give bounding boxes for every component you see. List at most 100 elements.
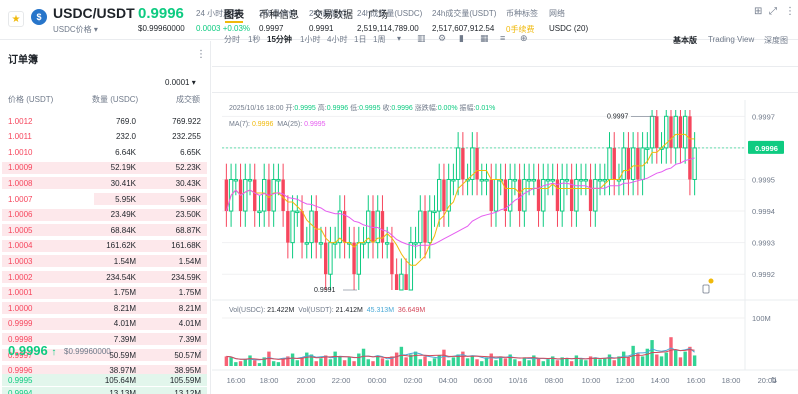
volume-bar [688, 346, 692, 366]
expand-icon[interactable]: ⤢ [769, 6, 777, 17]
volume-bar [546, 359, 550, 366]
candle-body [465, 178, 470, 182]
chevron-right-icon[interactable]: › [199, 347, 202, 356]
pair-price-selector[interactable]: USDC价格 ▾ [53, 24, 98, 35]
ask-row[interactable]: 1.0010 6.64K 6.65K [0, 146, 211, 158]
candle-body [645, 147, 650, 150]
candle-body [228, 178, 234, 212]
ask-total: 30.43K [175, 178, 201, 188]
interval-1d[interactable]: 1日 [354, 34, 366, 45]
interval-15m[interactable]: 15分钟 [267, 34, 292, 45]
ask-row[interactable]: 1.0003 1.54M 1.54M [0, 255, 211, 268]
more-icon[interactable]: ⋮ [785, 6, 795, 17]
volume-bar [328, 359, 333, 366]
pair-title[interactable]: USDC/USDT [53, 5, 135, 21]
low-value: 0.9995 [359, 105, 381, 112]
event-flag-icon [702, 284, 710, 294]
volume-bar [423, 356, 427, 366]
tab-trade-data[interactable]: 交易数据 [313, 6, 353, 21]
ask-row[interactable]: 1.0009 52.19K 52.23K [0, 161, 211, 174]
view-tradingview[interactable]: Trading View [708, 35, 754, 44]
add-icon[interactable]: ⊕ [520, 33, 528, 44]
bid-row[interactable]: 0.9995 105.64M 105.59M [0, 374, 211, 386]
depth-icon[interactable]: ≡ [500, 33, 505, 43]
ask-row[interactable]: 1.0008 30.41K 30.43K [0, 177, 211, 190]
interval-1h[interactable]: 1小时 [300, 34, 320, 45]
interval-4h[interactable]: 4小时 [327, 34, 347, 45]
layout-icon[interactable]: ▦ [480, 33, 489, 44]
volume-bar [522, 357, 527, 366]
volume-bar [569, 361, 574, 366]
candle-body [314, 211, 318, 243]
volume-bar [480, 361, 484, 366]
ask-row[interactable]: 1.0000 8.21M 8.21M [0, 302, 211, 315]
volume-bar [655, 354, 659, 366]
settings-icon[interactable]: ⚙ [438, 33, 446, 44]
ask-row[interactable]: 1.0011 232.0 232.255 [0, 131, 211, 143]
volume-bar [513, 359, 517, 366]
vol-ma1-value: 45.313M [366, 307, 395, 314]
ask-amount: 68.84K [110, 225, 136, 235]
candle-body [455, 147, 461, 180]
candle-body [678, 116, 683, 148]
ask-total: 6.65K [180, 147, 201, 157]
grid-icon[interactable]: ⊞ [754, 6, 762, 17]
ask-amount: 50.59M [109, 350, 136, 360]
ask-total: 8.21M [178, 303, 201, 313]
volume-bar [347, 357, 352, 366]
ask-row[interactable]: 1.0012 769.0 769.922 [0, 115, 211, 127]
tab-chart[interactable]: 图表 [224, 6, 244, 21]
ma25-value: 0.9995 [304, 121, 326, 128]
candle-body [569, 179, 574, 212]
precision-select[interactable]: 0.0001 ▾ [165, 78, 196, 87]
view-depth[interactable]: 深度图 [764, 35, 788, 46]
volume-bar [267, 351, 271, 366]
bid-total: 13.12M [174, 388, 201, 394]
interval-timeline[interactable]: 分时 [224, 34, 240, 45]
vol-usdt-label: Vol(USDT): [298, 307, 334, 314]
ask-row[interactable]: 1.0004 161.62K 161.68K [0, 239, 211, 252]
interval-1w[interactable]: 1周 [373, 34, 385, 45]
divider [212, 92, 798, 93]
candle-body [328, 242, 333, 275]
scale-toggle-icon[interactable]: ⇅ [771, 376, 778, 385]
candle-body [394, 274, 399, 290]
volume-bar [503, 358, 508, 366]
candle-body [649, 115, 655, 149]
ask-row[interactable]: 1.0007 5.95K 5.96K [0, 193, 211, 205]
ask-row[interactable]: 1.0005 68.84K 68.87K [0, 224, 211, 237]
bid-row[interactable]: 0.9994 13.13M 13.12M [0, 387, 211, 394]
stat-value: 2,517,607,912.54 [432, 24, 495, 33]
more-icon[interactable]: ⋮ [196, 49, 206, 60]
indicator-icon[interactable]: ▥ [417, 33, 426, 44]
mid-price-value: 0.9996 [8, 343, 48, 358]
ma25-line [225, 157, 695, 247]
volume-bar [669, 337, 673, 366]
ask-row[interactable]: 1.0006 23.49K 23.50K [0, 208, 211, 221]
candle-body [399, 273, 404, 291]
view-basic[interactable]: 基本版 [673, 35, 697, 46]
candle-body [655, 116, 659, 148]
tab-square[interactable]: 广场 [368, 6, 388, 21]
interval-more-dropdown[interactable]: ▾ [397, 34, 401, 43]
candle-body [564, 178, 570, 182]
volume-bar [319, 358, 323, 366]
mid-price: 0.9996 ↑ [8, 343, 56, 358]
favorite-star-icon[interactable]: ★ [8, 11, 24, 27]
volume-bar [323, 355, 328, 366]
ask-row[interactable]: 1.0002 234.54K 234.59K [0, 271, 211, 283]
ask-total: 68.87K [175, 225, 201, 235]
chart-type-icon[interactable]: ▮ [459, 33, 464, 44]
interval-1s[interactable]: 1秒 [248, 34, 260, 45]
ask-row[interactable]: 1.0001 1.75M 1.75M [0, 286, 211, 299]
volume-info-line: Vol(USDC): 21.422M Vol(USDT): 21.412M 45… [229, 307, 425, 314]
candle-body [300, 211, 304, 243]
candle-body [423, 211, 427, 243]
candle-body [682, 115, 688, 149]
last-price-fiat: $0.99960000 [138, 24, 185, 33]
last-price: 0.9996 [138, 5, 184, 22]
volume-bar [271, 361, 276, 366]
ma-info-line: MA(7): 0.9996 MA(25): 0.9995 [229, 121, 326, 128]
tab-coin-info[interactable]: 币种信息 [259, 6, 299, 21]
ask-row[interactable]: 0.9999 4.01M 4.01M [0, 317, 211, 330]
